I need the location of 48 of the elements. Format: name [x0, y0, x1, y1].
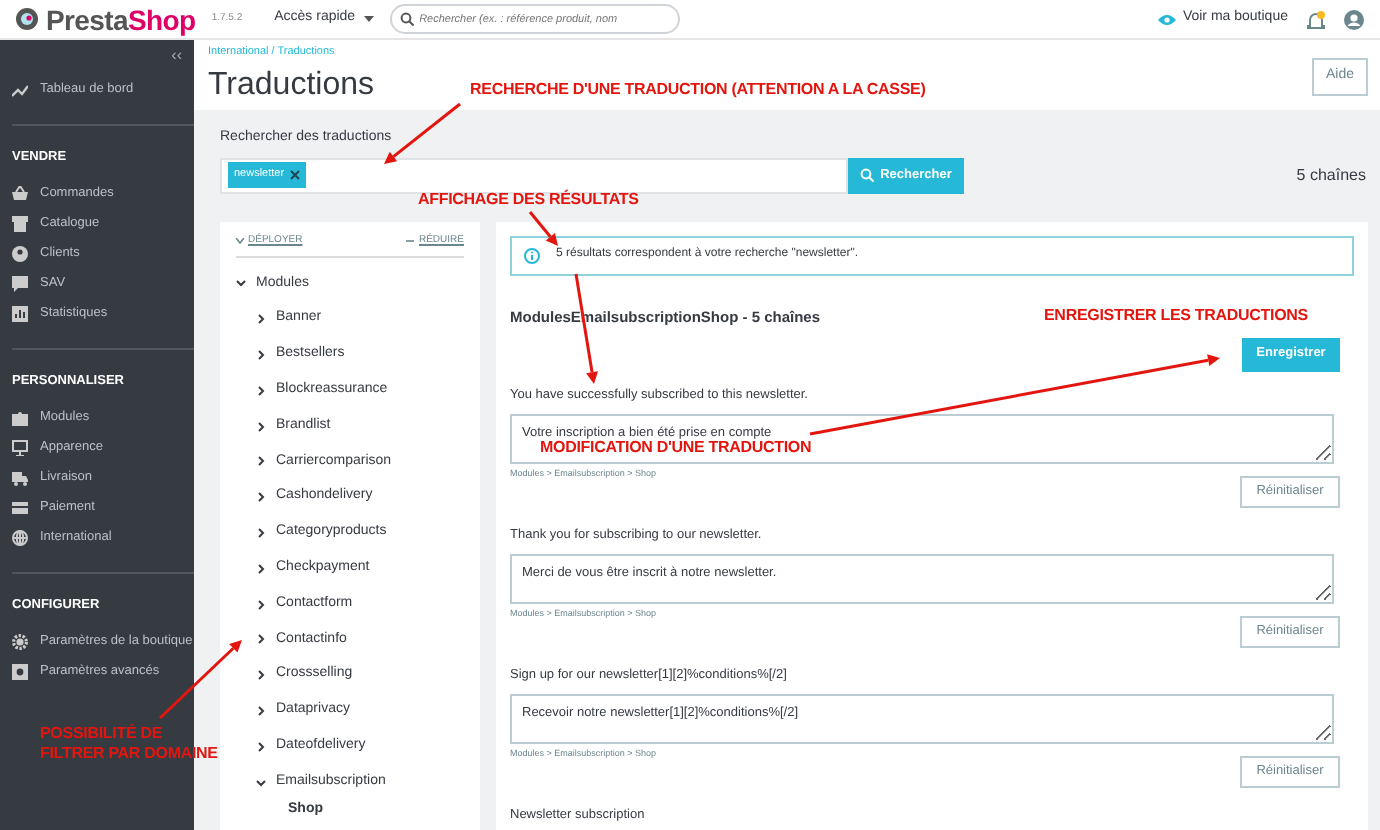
- gear-icon: [12, 633, 28, 650]
- globe-icon: [12, 530, 28, 546]
- person-icon: [12, 246, 28, 263]
- user-icon[interactable]: [1344, 9, 1364, 29]
- close-icon[interactable]: [290, 170, 301, 180]
- annotation-label: AFFICHAGE DES RÉSULTATS: [418, 190, 639, 210]
- puzzle-icon: [12, 410, 28, 426]
- truck-icon: [12, 470, 28, 486]
- chevron-right-icon[interactable]: [256, 492, 266, 503]
- search-icon: [860, 168, 875, 182]
- eye-icon: [1158, 13, 1177, 25]
- chevron-right-icon[interactable]: [256, 705, 266, 716]
- bar-chart-icon: [12, 306, 28, 323]
- caret-icon: [363, 16, 374, 22]
- chevron-right-icon[interactable]: [256, 527, 266, 538]
- chevron-right-icon[interactable]: [256, 349, 266, 360]
- chevron-right-icon[interactable]: [256, 634, 266, 645]
- chevron-right-icon[interactable]: [256, 599, 266, 610]
- chevron-right-icon[interactable]: [256, 385, 266, 396]
- chevron-right-icon[interactable]: [256, 314, 266, 325]
- chevron-right-icon[interactable]: [256, 421, 266, 432]
- annotation-label: MODIFICATION D'UNE TRADUCTION: [540, 438, 812, 458]
- chevron-right-icon[interactable]: [256, 456, 266, 467]
- basket-icon: [12, 186, 28, 203]
- chevron-down-icon[interactable]: [256, 777, 266, 788]
- page-title: Traductions: [208, 70, 374, 103]
- chat-icon: [12, 276, 28, 293]
- annotation-label: ENREGISTRER LES TRADUCTIONS: [1044, 306, 1308, 326]
- monitor-icon: [12, 440, 28, 456]
- string-count: 5 chaînes: [1296, 163, 1366, 187]
- logo-text: PrestaShop: [46, 5, 196, 33]
- gear-box-icon: [12, 663, 28, 680]
- chevron-right-icon[interactable]: [256, 563, 266, 574]
- chart-icon: [12, 83, 28, 99]
- bell-icon[interactable]: [1306, 9, 1326, 29]
- annotation-arrow: [528, 211, 558, 246]
- collapse-toggle[interactable]: ‹‹: [0, 48, 194, 64]
- chevron-right-icon[interactable]: [256, 670, 266, 681]
- card-icon: [12, 500, 28, 516]
- store-icon: [12, 216, 28, 233]
- chevron-right-icon[interactable]: [256, 741, 266, 752]
- chevron-down-icon: [236, 237, 244, 244]
- minus-icon: [406, 237, 415, 244]
- info-icon: [524, 247, 540, 263]
- search-icon: [399, 12, 414, 26]
- annotation-label: RECHERCHE D'UNE TRADUCTION (ATTENTION A LA CASSE): [470, 80, 926, 100]
- logo-icon: [16, 8, 38, 30]
- chevron-down-icon[interactable]: [236, 278, 246, 289]
